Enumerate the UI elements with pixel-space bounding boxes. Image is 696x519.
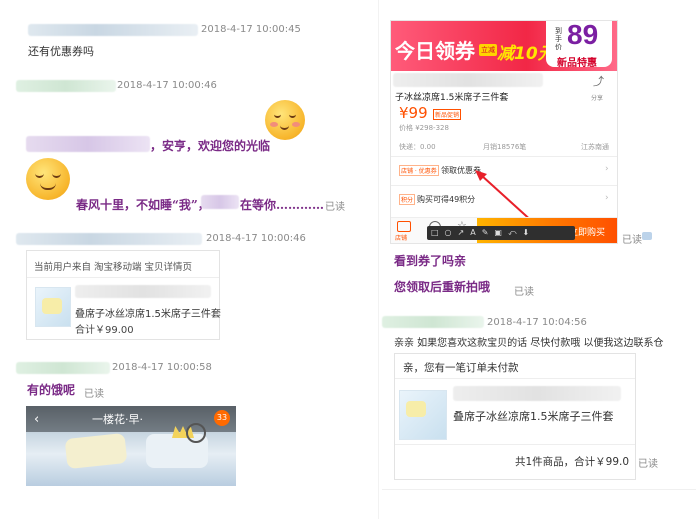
- timestamp: 2018-4-17 10:04:56: [487, 317, 587, 328]
- column-separator: [378, 0, 379, 519]
- sender-name-redacted: [28, 24, 198, 36]
- sender-name-redacted: [16, 233, 202, 245]
- message-text: 您领取后重新拍哦: [394, 280, 491, 294]
- card-header: 当前用户来自 淘宝移动端 宝贝详情页: [34, 262, 193, 273]
- express-fee: 快递：0.00: [399, 143, 436, 151]
- chevron-right-icon: ›: [605, 193, 609, 203]
- shared-screenshot-image[interactable]: 今日领券 立减 减10元 到手价 89 新品特惠 ⤴ 子冰丝凉席1.5米席子三件…: [390, 20, 618, 244]
- share-icon[interactable]: ⤴: [593, 73, 604, 89]
- monthly-sales: 月销18576笔: [483, 143, 527, 151]
- price-tag: 新品促销: [433, 109, 462, 120]
- shop-name-redacted: [75, 285, 211, 298]
- message-text: 看到券了吗亲: [394, 254, 467, 268]
- shop-name-redacted: [201, 195, 239, 209]
- message-text-line: 在等你…………: [240, 198, 325, 212]
- product-price: ¥99: [399, 104, 428, 122]
- banner-price: 89: [567, 20, 599, 50]
- points-text: 购买可得49积分: [417, 195, 476, 204]
- points-tag: 积分: [399, 194, 416, 205]
- search-icon[interactable]: [186, 423, 206, 443]
- card-header: 亲，您有一笔订单未付款: [403, 362, 519, 374]
- product-title: 子冰丝凉席1.5米席子三件套: [395, 93, 509, 103]
- coupon-tag: 店铺 · 优惠券: [399, 165, 439, 176]
- read-status: 已读: [325, 202, 345, 213]
- shy-face-emoji-icon: [265, 100, 305, 140]
- message-text: 有的饿呢: [27, 383, 76, 397]
- bottom-action-bar: 店铺 ☆ 立即购买 □○↗A✎▣⤺⬇: [391, 217, 617, 243]
- product-thumbnail[interactable]: [399, 390, 447, 440]
- unpaid-order-card[interactable]: 亲，您有一笔订单未付款 叠席子冰丝凉席1.5米席子三件套 共1件商品，合计￥99…: [394, 353, 636, 480]
- message-text-line: 春风十里，不如睡“我”，: [76, 198, 210, 212]
- shop-icon[interactable]: [397, 221, 411, 232]
- coupon-banner: 今日领券 立减 减10元 到手价 89 新品特惠: [391, 21, 617, 71]
- message-text: 亲亲 如果您喜欢这款宝贝的话 尽快付款哦 以便我这边联系仓: [394, 338, 664, 349]
- timestamp: 2018-4-17 10:00:45: [201, 24, 301, 35]
- read-status: 已读: [622, 235, 642, 246]
- notification-badge: 33: [214, 410, 230, 426]
- product-thumbnail[interactable]: [35, 287, 71, 327]
- bedding-product-image[interactable]: ‹ 一楼花·早· 33: [26, 406, 236, 486]
- product-name[interactable]: 叠席子冰丝凉席1.5米席子三件套: [453, 408, 614, 424]
- message-menu-icon[interactable]: [642, 232, 652, 240]
- ship-from: 江苏南通: [581, 143, 609, 151]
- read-status: 已读: [514, 287, 534, 298]
- banner-subtitle: 新品特惠: [557, 58, 597, 69]
- product-link-card[interactable]: 当前用户来自 淘宝移动端 宝贝详情页 叠席子冰丝凉席1.5米席子三件套 合计￥9…: [26, 250, 221, 340]
- bottom-divider: [382, 489, 696, 490]
- banner-tag: 立减: [479, 44, 497, 56]
- sender-name-redacted: [16, 80, 116, 92]
- original-price: 价格 ¥298-328: [399, 124, 449, 132]
- message-text: 还有优惠券吗: [28, 45, 94, 58]
- greeting-text: ，安亨，欢迎您的光临: [150, 139, 271, 153]
- image-caption: 一楼花·早·: [92, 413, 143, 426]
- sender-name-redacted: [382, 316, 484, 328]
- shop-title-redacted: [393, 73, 543, 87]
- product-total: 合计￥99.00: [75, 325, 134, 336]
- customer-name-redacted: [26, 136, 150, 152]
- product-name[interactable]: 叠席子冰丝凉席1.5米席子三件套: [75, 305, 221, 320]
- read-status: 已读: [84, 389, 104, 400]
- order-summary: 共1件商品，合计￥99.0: [515, 456, 630, 468]
- annotation-tool-icons[interactable]: □○↗A✎▣⤺⬇: [431, 228, 535, 238]
- shop-name-redacted: [453, 386, 621, 401]
- share-label: 分享: [591, 95, 604, 102]
- read-status: 已读: [638, 459, 658, 470]
- smirk-face-emoji-icon: [26, 158, 70, 200]
- banner-title: 今日领券: [395, 39, 475, 63]
- timestamp: 2018-4-17 10:00:46: [117, 80, 217, 91]
- chevron-right-icon: ›: [605, 164, 609, 174]
- timestamp: 2018-4-17 10:00:58: [112, 362, 212, 373]
- back-arrow-icon[interactable]: ‹: [34, 412, 39, 427]
- banner-price-label: 到手价: [555, 27, 562, 51]
- screenshot-toolbar-overlay[interactable]: □○↗A✎▣⤺⬇: [427, 226, 575, 240]
- timestamp: 2018-4-17 10:00:46: [206, 233, 306, 244]
- sender-name-redacted: [16, 362, 110, 374]
- shop-label: 店铺: [395, 235, 408, 242]
